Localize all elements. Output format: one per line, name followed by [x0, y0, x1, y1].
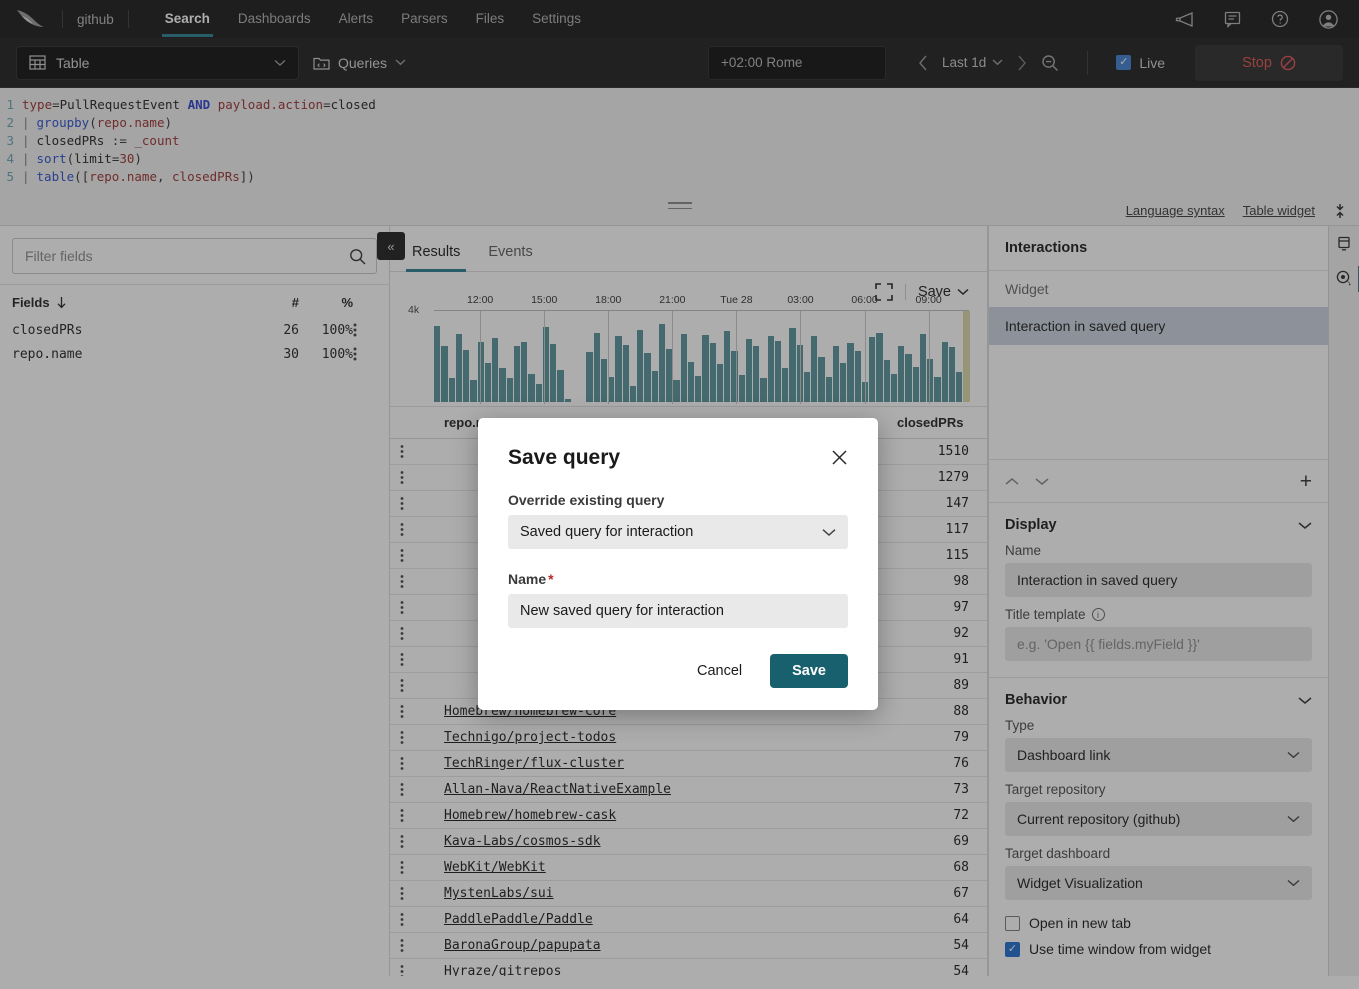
save-button[interactable]: Save	[770, 654, 848, 688]
override-existing-query-select[interactable]: Saved query for interaction	[508, 515, 848, 549]
save-query-modal: Save query Override existing query Saved…	[478, 418, 878, 710]
modal-header: Save query	[508, 446, 848, 470]
override-existing-query-value: Saved query for interaction	[520, 524, 693, 540]
chevron-down-icon	[822, 528, 836, 537]
required-marker: *	[548, 571, 553, 587]
modal-title: Save query	[508, 446, 620, 470]
app-root: github Search Dashboards Alerts Parsers …	[0, 0, 1359, 989]
name-label-text: Name	[508, 571, 546, 587]
cancel-button[interactable]: Cancel	[683, 655, 756, 687]
query-name-input[interactable]: New saved query for interaction	[508, 594, 848, 628]
name-label: Name*	[508, 571, 848, 587]
modal-actions: Cancel Save	[508, 654, 848, 688]
close-icon[interactable]	[831, 449, 848, 466]
override-existing-query-label: Override existing query	[508, 492, 848, 508]
